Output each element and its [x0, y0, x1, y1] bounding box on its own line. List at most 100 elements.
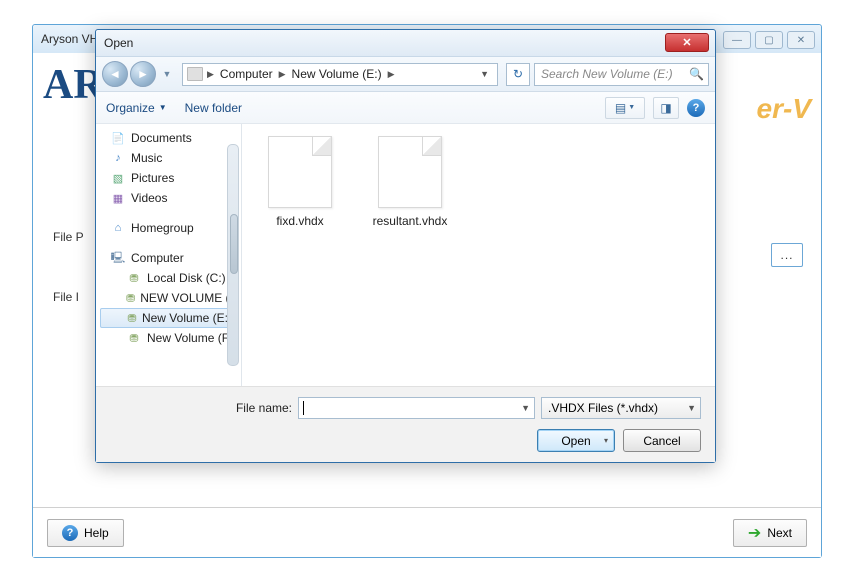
home-icon: ⌂ — [110, 221, 126, 235]
breadcrumb-sep-icon: ▶ — [386, 69, 397, 80]
computer-icon — [187, 67, 203, 81]
new-folder-button[interactable]: New folder — [185, 101, 242, 115]
file-label: fixd.vhdx — [276, 214, 323, 228]
doc-icon: 📄 — [110, 131, 126, 145]
dialog-toolbar: Organize ▼ New folder ▤▼ ◨ ? — [96, 92, 715, 124]
open-button[interactable]: Open ▾ — [537, 429, 615, 452]
open-button-label: Open — [561, 434, 590, 448]
browse-button[interactable]: ... — [771, 243, 803, 267]
help-icon-button[interactable]: ? — [687, 99, 705, 117]
search-placeholder: Search New Volume (E:) — [541, 67, 673, 81]
tree-item[interactable]: ♪ Music — [96, 148, 241, 168]
parent-window-controls: — ▢ ✕ — [723, 31, 815, 49]
cancel-button[interactable]: Cancel — [623, 429, 701, 452]
dialog-navbar: ◄ ► ▼ ▶ Computer ▶ New Volume (E:) ▶ ▼ ↻… — [96, 57, 715, 92]
tree-item-label: Local Disk (C:) — [147, 271, 226, 285]
refresh-button[interactable]: ↻ — [506, 63, 530, 86]
parent-title: Aryson VH — [41, 32, 98, 46]
arrow-right-icon: ➔ — [748, 523, 761, 543]
tree-item[interactable]: ⛃ Local Disk (C:) — [96, 268, 241, 288]
file-list[interactable]: fixd.vhdx resultant.vhdx — [242, 124, 715, 386]
preview-icon: ◨ — [660, 101, 671, 115]
nav-back-button[interactable]: ◄ — [102, 61, 128, 87]
file-item[interactable]: resultant.vhdx — [370, 136, 450, 228]
disk-icon: ⛃ — [126, 291, 135, 305]
preview-pane-button[interactable]: ◨ — [653, 97, 679, 119]
disk-icon: ⛃ — [127, 311, 137, 325]
filename-label: File name: — [110, 401, 292, 415]
tree-item[interactable]: 🖳 Computer — [96, 248, 241, 268]
file-path-label: File P — [53, 230, 84, 244]
tree-item-label: NEW VOLUME (D — [140, 291, 238, 305]
next-button[interactable]: ➔ Next — [733, 519, 807, 547]
breadcrumb-sep-icon: ▶ — [205, 69, 216, 80]
filter-label: .VHDX Files (*.vhdx) — [548, 401, 658, 415]
tree-item[interactable]: ⛃ NEW VOLUME (D — [96, 288, 241, 308]
chevron-down-icon: ▼ — [687, 403, 696, 413]
disk-icon: ⛃ — [126, 271, 142, 285]
minimize-button[interactable]: — — [723, 31, 751, 49]
filename-input[interactable]: ▼ — [298, 397, 535, 419]
tree-item[interactable]: ⌂ Homegroup — [96, 218, 241, 238]
tree-item-label: Computer — [131, 251, 184, 265]
organize-label: Organize — [106, 101, 155, 115]
file-label: resultant.vhdx — [373, 214, 448, 228]
search-icon: 🔍 — [689, 67, 704, 81]
addressbar-dropdown-icon[interactable]: ▼ — [476, 69, 493, 79]
scrollbar-thumb[interactable] — [230, 214, 238, 274]
tree-item-label: Videos — [131, 191, 167, 205]
file-icon — [378, 136, 442, 208]
cancel-button-label: Cancel — [643, 434, 680, 448]
file-icon — [268, 136, 332, 208]
next-label: Next — [767, 526, 792, 540]
help-label: Help — [84, 526, 109, 540]
open-dialog: Open ✕ ◄ ► ▼ ▶ Computer ▶ New Volume (E:… — [95, 29, 716, 463]
help-icon: ? — [62, 525, 78, 541]
hyperv-text-fragment: er-V — [757, 93, 811, 125]
breadcrumb-current[interactable]: New Volume (E:) — [290, 67, 384, 81]
help-button[interactable]: ? Help — [47, 519, 124, 547]
file-item[interactable]: fixd.vhdx — [260, 136, 340, 228]
comp-icon: 🖳 — [110, 251, 126, 265]
tree-item-label: New Volume (E:) — [142, 311, 232, 325]
folder-tree[interactable]: 📄 Documents ♪ Music ▧ Pictures ▦ Videos ⌂ Homegro… — [96, 124, 242, 386]
tree-item-label: Music — [131, 151, 162, 165]
maximize-button[interactable]: ▢ — [755, 31, 783, 49]
new-folder-label: New folder — [185, 101, 242, 115]
pic-icon: ▧ — [110, 171, 126, 185]
tree-item[interactable]: ▦ Videos — [96, 188, 241, 208]
file-info-label: File I — [53, 290, 79, 304]
close-button[interactable]: ✕ — [787, 31, 815, 49]
view-icon: ▤ — [615, 101, 626, 115]
search-input[interactable]: Search New Volume (E:) 🔍 — [534, 63, 709, 86]
dialog-title: Open — [104, 36, 133, 50]
music-icon: ♪ — [110, 151, 126, 165]
dialog-close-button[interactable]: ✕ — [665, 33, 709, 52]
vid-icon: ▦ — [110, 191, 126, 205]
tree-item-label: New Volume (F:) — [147, 331, 236, 345]
dialog-titlebar[interactable]: Open ✕ — [96, 30, 715, 57]
view-mode-button[interactable]: ▤▼ — [605, 97, 645, 119]
tree-item[interactable]: 📄 Documents — [96, 128, 241, 148]
address-bar[interactable]: ▶ Computer ▶ New Volume (E:) ▶ ▼ — [182, 63, 498, 86]
file-type-filter[interactable]: .VHDX Files (*.vhdx) ▼ — [541, 397, 701, 419]
tree-item[interactable]: ▧ Pictures — [96, 168, 241, 188]
chevron-down-icon: ▼ — [628, 104, 635, 111]
chevron-down-icon: ▼ — [159, 103, 167, 112]
dialog-footer: File name: ▼ .VHDX Files (*.vhdx) ▼ Open… — [96, 386, 715, 462]
organize-menu[interactable]: Organize ▼ — [106, 101, 167, 115]
disk-icon: ⛃ — [126, 331, 142, 345]
nav-history-dropdown[interactable]: ▼ — [160, 61, 174, 87]
parent-footer: ? Help ➔ Next — [33, 507, 821, 557]
chevron-down-icon[interactable]: ▼ — [521, 403, 530, 413]
text-caret — [303, 401, 304, 415]
tree-item[interactable]: ⛃ New Volume (F:) — [96, 328, 241, 348]
tree-item-label: Documents — [131, 131, 192, 145]
tree-item[interactable]: ⛃ New Volume (E:) — [100, 308, 237, 328]
nav-forward-button[interactable]: ► — [130, 61, 156, 87]
tree-item-label: Homegroup — [131, 221, 194, 235]
breadcrumb-root[interactable]: Computer — [218, 67, 275, 81]
dialog-body: 📄 Documents ♪ Music ▧ Pictures ▦ Videos ⌂ Homegro… — [96, 124, 715, 386]
tree-item-label: Pictures — [131, 171, 174, 185]
split-chevron-icon: ▾ — [604, 436, 608, 445]
